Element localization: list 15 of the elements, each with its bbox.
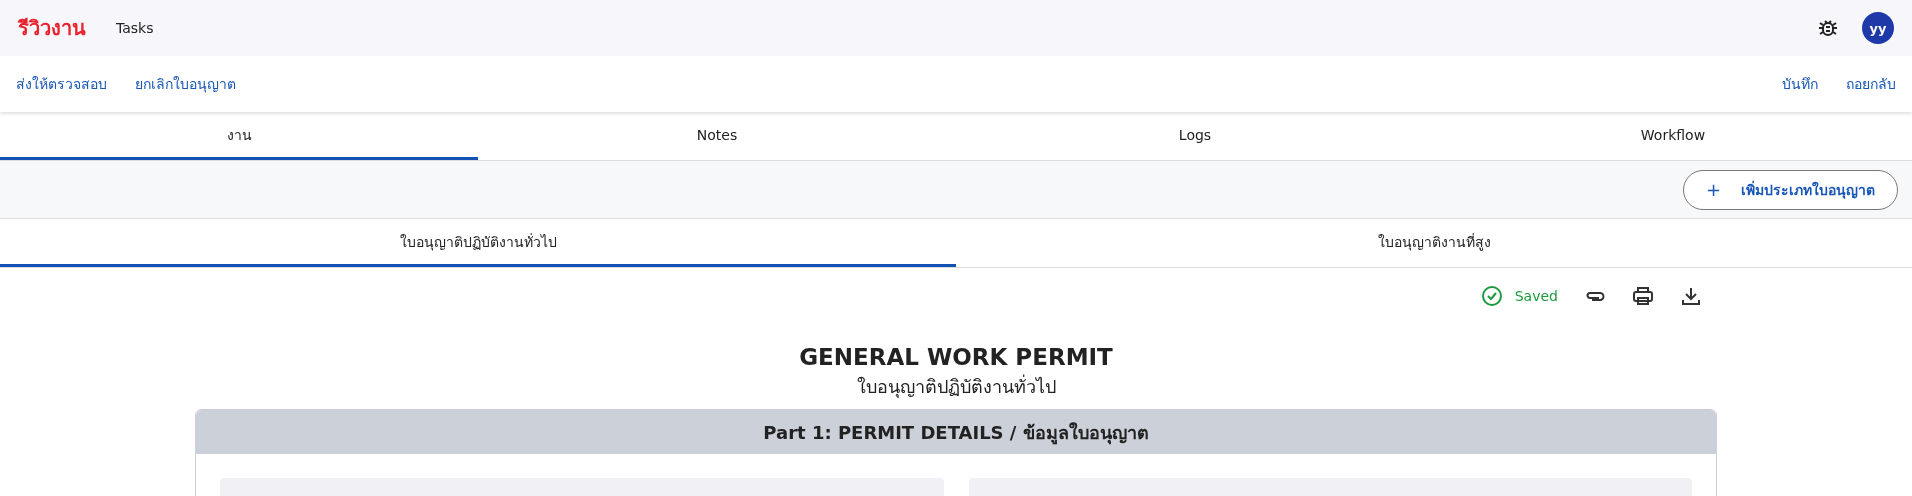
action-link[interactable]: บันทึก <box>1782 73 1818 95</box>
document-title: GENERAL WORK PERMIT <box>799 344 1113 370</box>
user-avatar[interactable]: yy <box>1862 12 1894 44</box>
app-logo[interactable]: รีวิวงาน <box>18 12 86 44</box>
action-link[interactable]: ถอยกลับ <box>1846 73 1896 95</box>
print-icon[interactable] <box>1632 285 1654 307</box>
action-link[interactable]: ยกเลิกใบอนุญาต <box>135 73 236 95</box>
save-status: Saved <box>1514 288 1558 304</box>
document-subtitle: ใบอนุญาติปฏิบัติงานทั่วไป <box>856 373 1056 400</box>
bug-icon[interactable] <box>1818 18 1838 38</box>
add-permit-type-button[interactable]: + เพิ่มประเภทใบอนุญาต <box>1682 169 1898 210</box>
download-icon[interactable] <box>1680 285 1702 307</box>
action-link[interactable]: ส่งให้ตรวจสอบ <box>16 73 107 95</box>
nav-link[interactable]: Tasks <box>116 20 154 36</box>
section-header: Part 1: PERMIT DETAILS / ข้อมูลใบอนุญาต <box>196 410 1716 454</box>
